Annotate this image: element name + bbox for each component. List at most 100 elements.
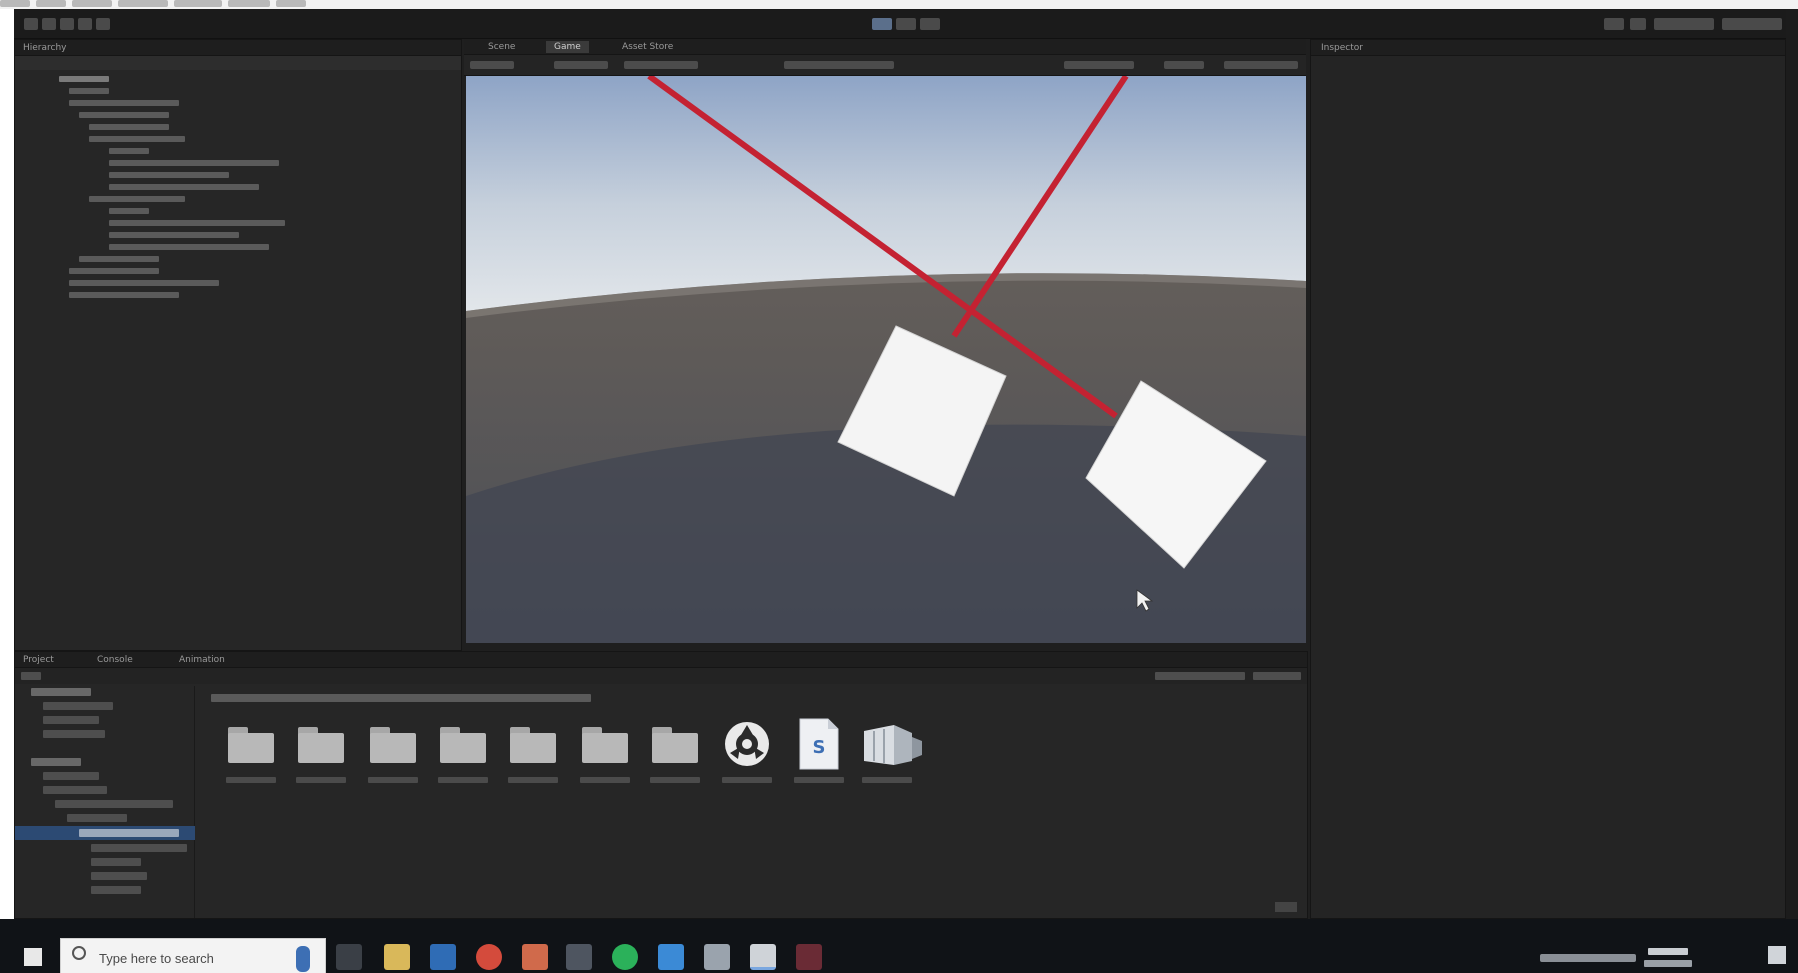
clock-date[interactable] <box>1644 960 1692 967</box>
notification-center-icon[interactable] <box>1768 946 1786 964</box>
start-button[interactable] <box>24 948 42 966</box>
asset-label <box>794 777 844 783</box>
tab-inspector[interactable]: Inspector <box>1321 42 1363 54</box>
scale-tool-button[interactable] <box>78 18 92 30</box>
folder-icon <box>298 727 344 763</box>
asset-label <box>368 777 418 783</box>
folder-tree-item[interactable] <box>91 844 187 852</box>
asset-script[interactable]: S <box>790 715 848 795</box>
asset-folder[interactable] <box>434 715 492 795</box>
menu-item-window[interactable] <box>228 0 270 7</box>
menu-item-assets[interactable] <box>72 0 112 7</box>
svg-text:S: S <box>813 737 826 758</box>
vscode-icon[interactable] <box>658 944 684 970</box>
project-search-input[interactable] <box>1155 672 1245 680</box>
app-icon[interactable] <box>522 944 548 970</box>
breadcrumb[interactable] <box>211 694 591 702</box>
unity-scene-icon <box>725 722 769 766</box>
cortana-icon[interactable] <box>296 946 310 972</box>
move-tool-button[interactable] <box>42 18 56 30</box>
system-tray <box>1540 948 1700 968</box>
hierarchy-tree <box>15 74 461 394</box>
asset-folder[interactable] <box>364 715 422 795</box>
project-toolbar <box>15 668 1307 684</box>
asset-unity-scene[interactable] <box>718 715 776 795</box>
taskbar-search-input[interactable]: Type here to search <box>60 938 326 973</box>
asset-folder[interactable] <box>504 715 562 795</box>
tray-icons[interactable] <box>1540 954 1636 962</box>
filter-buttons[interactable] <box>1253 672 1301 680</box>
stats-toggle[interactable] <box>1164 61 1204 69</box>
menu-item-file[interactable] <box>0 0 30 7</box>
app-icon[interactable] <box>704 944 730 970</box>
folder-tree-item[interactable] <box>91 886 141 894</box>
play-button[interactable] <box>872 18 892 30</box>
folder-icon <box>652 727 698 763</box>
asset-folder[interactable] <box>222 715 280 795</box>
create-dropdown[interactable] <box>21 672 41 680</box>
prefab-icon <box>864 725 922 765</box>
folder-tree-item[interactable] <box>43 730 105 738</box>
free-aspect-dropdown[interactable] <box>624 61 698 69</box>
folder-tree-item[interactable] <box>55 800 173 808</box>
maximize-on-play-toggle[interactable] <box>1064 61 1134 69</box>
mail-icon[interactable] <box>430 944 456 970</box>
asset-folder[interactable] <box>292 715 350 795</box>
project-scrollbar[interactable] <box>1275 902 1297 912</box>
rect-tool-button[interactable] <box>96 18 110 30</box>
game-view-toolbar <box>464 55 1306 76</box>
folder-tree-item[interactable] <box>43 702 113 710</box>
calendar-icon[interactable] <box>566 944 592 970</box>
layers-dropdown[interactable] <box>1654 18 1714 30</box>
scale-slider[interactable] <box>784 61 894 69</box>
folder-tree-item[interactable] <box>67 814 127 822</box>
folder-tree-item[interactable] <box>43 716 99 724</box>
menu-item-gameobject[interactable] <box>118 0 168 7</box>
folder-tree-item[interactable] <box>91 872 147 880</box>
project-header: Project Console Animation <box>15 652 1307 668</box>
aspect-dropdown[interactable] <box>554 61 608 69</box>
folder-tree-item[interactable] <box>31 758 81 766</box>
tab-hierarchy[interactable]: Hierarchy <box>23 42 67 54</box>
hierarchy-header: Hierarchy <box>15 40 461 56</box>
folder-tree-item[interactable] <box>43 772 99 780</box>
game-viewport[interactable] <box>466 76 1306 643</box>
folder-tree-item[interactable] <box>91 858 141 866</box>
folder-tree-item[interactable] <box>43 786 107 794</box>
tab-project[interactable]: Project <box>23 654 54 666</box>
menu-item-component[interactable] <box>174 0 222 7</box>
folder-tree-item[interactable] <box>31 688 91 696</box>
inspector-header: Inspector <box>1311 40 1785 56</box>
menu-item-edit[interactable] <box>36 0 66 7</box>
tab-asset-store[interactable]: Asset Store <box>622 41 673 53</box>
gizmos-dropdown[interactable] <box>1224 61 1298 69</box>
scene-render <box>466 76 1306 643</box>
rotate-tool-button[interactable] <box>60 18 74 30</box>
tab-console[interactable]: Console <box>97 654 133 666</box>
folder-icon <box>228 727 274 763</box>
tab-animation[interactable]: Animation <box>179 654 225 666</box>
layout-dropdown[interactable] <box>1722 18 1782 30</box>
asset-folder[interactable] <box>646 715 704 795</box>
step-button[interactable] <box>920 18 940 30</box>
chrome-icon[interactable] <box>476 944 502 970</box>
file-explorer-icon[interactable] <box>384 944 410 970</box>
cloud-button[interactable] <box>1630 18 1646 30</box>
tab-scene[interactable]: Scene <box>488 41 515 53</box>
hand-tool-button[interactable] <box>24 18 38 30</box>
menu-item-help[interactable] <box>276 0 306 7</box>
unity-taskbar-icon[interactable] <box>750 944 776 970</box>
collab-button[interactable] <box>1604 18 1624 30</box>
tab-game[interactable]: Game <box>546 41 589 53</box>
display-dropdown[interactable] <box>470 61 514 69</box>
app-icon[interactable] <box>796 944 822 970</box>
spotify-icon[interactable] <box>612 944 638 970</box>
clock-time[interactable] <box>1648 948 1688 955</box>
folder-tree-item[interactable] <box>79 829 179 837</box>
hierarchy-search-row[interactable] <box>15 56 461 70</box>
task-view-icon[interactable] <box>336 944 362 970</box>
asset-prefab[interactable] <box>858 715 922 795</box>
pause-button[interactable] <box>896 18 916 30</box>
asset-folder[interactable] <box>576 715 634 795</box>
folder-icon <box>582 727 628 763</box>
